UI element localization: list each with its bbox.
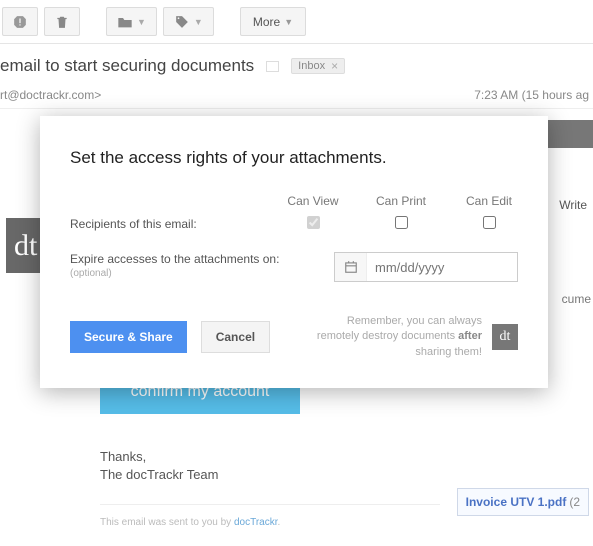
remember-note: Remember, you can always remotely destro… xyxy=(270,314,518,360)
attachment-rest: (2 xyxy=(569,495,580,509)
col-edit: Can Edit xyxy=(460,194,518,208)
expire-optional: (optional) xyxy=(70,268,334,279)
move-to-button[interactable]: ▼ xyxy=(106,7,157,36)
modal-footer: Secure & Share Cancel Remember, you can … xyxy=(70,314,518,360)
col-print: Can Print xyxy=(372,194,430,208)
expire-date-input[interactable] xyxy=(367,253,517,281)
expire-row: Expire accesses to the attachments on: (… xyxy=(70,252,518,282)
address-row: rt@doctrackr.com> 7:23 AM (15 hours ag xyxy=(0,88,593,109)
trash-icon xyxy=(55,15,69,29)
inbox-label[interactable]: Inbox × xyxy=(291,58,345,74)
footer-note: This email was sent to you by docTrackr. xyxy=(100,504,440,528)
footer-doctrackr-link[interactable]: docTrackr xyxy=(234,517,278,528)
caret-down-icon: ▼ xyxy=(194,17,203,27)
folder-icon xyxy=(117,15,133,29)
col-view: Can View xyxy=(284,194,342,208)
tag-icon xyxy=(174,15,190,29)
expire-label: Expire accesses to the attachments on: xyxy=(70,252,334,266)
thanks-line2: The docTrackr Team xyxy=(100,466,440,484)
importance-icon[interactable] xyxy=(266,61,279,72)
caret-down-icon: ▼ xyxy=(284,17,293,27)
cancel-button[interactable]: Cancel xyxy=(201,321,270,353)
time-fragment: 7:23 AM (15 hours ag xyxy=(474,88,589,102)
modal-title: Set the access rights of your attachment… xyxy=(70,148,518,168)
secure-share-button[interactable]: Secure & Share xyxy=(70,321,187,353)
can-edit-checkbox[interactable] xyxy=(483,216,496,229)
thanks-line1: Thanks, xyxy=(100,448,440,466)
email-subject-row: email to start securing documents Inbox … xyxy=(0,44,593,88)
recipients-row: Recipients of this email: xyxy=(70,216,518,232)
attachment-chip[interactable]: Invoice UTV 1.pdf (2 xyxy=(457,488,589,516)
toolbar: ▼ ▼ More ▼ xyxy=(0,0,593,44)
dt-small-logo: dt xyxy=(492,324,518,350)
spam-button[interactable] xyxy=(2,7,38,36)
recipients-label: Recipients of this email: xyxy=(70,217,284,231)
calendar-icon[interactable] xyxy=(335,253,367,281)
can-print-checkbox[interactable] xyxy=(395,216,408,229)
access-rights-modal: Set the access rights of your attachment… xyxy=(40,116,548,388)
expire-date-input-wrap[interactable] xyxy=(334,252,518,282)
delete-button[interactable] xyxy=(44,7,80,36)
more-label: More xyxy=(253,15,280,29)
spam-icon xyxy=(13,15,27,29)
can-view-checkbox[interactable] xyxy=(307,216,320,229)
signature: Thanks, The docTrackr Team xyxy=(100,448,440,484)
from-fragment: rt@doctrackr.com> xyxy=(0,88,101,102)
email-body: confirm my account Thanks, The docTrackr… xyxy=(100,370,440,528)
dt-logo: dt xyxy=(6,218,42,273)
more-button[interactable]: More ▼ xyxy=(240,7,306,36)
permission-headers: Can View Can Print Can Edit xyxy=(70,194,518,208)
labels-button[interactable]: ▼ xyxy=(163,7,214,36)
caret-down-icon: ▼ xyxy=(137,17,146,27)
attachment-filename: Invoice UTV 1.pdf xyxy=(466,495,567,509)
email-subject: email to start securing documents xyxy=(0,56,254,76)
remove-label-icon[interactable]: × xyxy=(331,60,338,72)
inbox-label-text: Inbox xyxy=(298,60,325,72)
